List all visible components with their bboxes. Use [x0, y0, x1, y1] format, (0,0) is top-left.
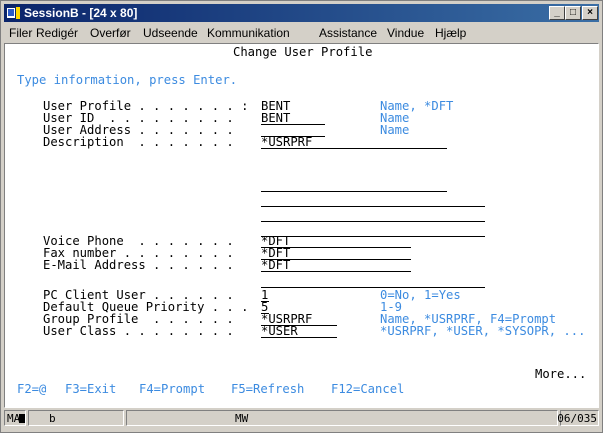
- title-bar[interactable]: SessionB - [24 x 80] _ □ ×: [4, 4, 599, 22]
- menu-hjaelp[interactable]: Hjælp: [435, 24, 466, 42]
- description-line-2[interactable]: [261, 191, 447, 192]
- close-icon: ×: [587, 7, 593, 18]
- menu-bar: Filer Redigér Overfør Udseende Kommunika…: [4, 24, 599, 42]
- status-mw: MW: [235, 412, 249, 425]
- status-position-cell: 06/035: [557, 410, 599, 426]
- window-title: SessionB - [24 x 80]: [24, 6, 138, 20]
- menu-kommunikation[interactable]: Kommunikation: [207, 24, 290, 42]
- menu-rediger[interactable]: Redigér: [36, 24, 78, 42]
- minimize-button[interactable]: _: [549, 6, 565, 20]
- instruction-text: Type information, press Enter.: [17, 73, 238, 87]
- session-app-icon: [7, 7, 20, 19]
- menu-overfor[interactable]: Overfør: [90, 24, 131, 42]
- user-class-field[interactable]: *USER: [261, 325, 337, 338]
- maximize-icon: □: [569, 7, 577, 18]
- menu-filer[interactable]: Filer: [9, 24, 32, 42]
- keyboard-lock-icon: [19, 414, 25, 423]
- fkey-f4-prompt[interactable]: F4=Prompt: [139, 383, 205, 395]
- status-indicator: b: [49, 412, 56, 425]
- close-button[interactable]: ×: [582, 6, 598, 20]
- terminal-screen[interactable]: Change User Profile Type information, pr…: [4, 43, 599, 408]
- menu-assistance[interactable]: Assistance: [319, 24, 377, 42]
- fkey-f5-refresh[interactable]: F5=Refresh: [231, 383, 304, 395]
- screen-header: Change User Profile: [233, 45, 373, 59]
- cursor-position: 06/035: [557, 412, 597, 425]
- status-bar: MA b MW 06/035: [4, 410, 599, 428]
- email-label: E-Mail Address . . . . . .: [43, 258, 234, 272]
- fkey-f12-cancel[interactable]: F12=Cancel: [331, 383, 404, 395]
- email-field[interactable]: *DFT: [261, 259, 411, 272]
- description-field[interactable]: *USRPRF: [261, 136, 447, 149]
- maximize-button[interactable]: □: [565, 6, 581, 20]
- fkey-f3-exit[interactable]: F3=Exit: [65, 383, 116, 395]
- fkey-f2[interactable]: F2=@: [17, 383, 46, 395]
- user-class-label: User Class . . . . . . . .: [43, 324, 234, 338]
- description-line-3[interactable]: [261, 206, 485, 207]
- emulator-window: SessionB - [24 x 80] _ □ × Filer Redigér…: [0, 0, 603, 433]
- menu-vindue[interactable]: Vindue: [387, 24, 424, 42]
- more-indicator: More...: [535, 367, 587, 381]
- minimize-icon: _: [554, 7, 560, 18]
- user-class-hint: *USRPRF, *USER, *SYSOPR, ...: [380, 324, 586, 338]
- status-mode-cell: MA: [4, 410, 26, 426]
- status-indicator-cell: b: [28, 410, 124, 426]
- status-mw-cell: MW: [126, 410, 558, 426]
- user-address-hint: Name: [380, 123, 410, 137]
- description-label: Description . . . . . . .: [43, 135, 234, 149]
- menu-udseende[interactable]: Udseende: [143, 24, 198, 42]
- description-line-4[interactable]: [261, 221, 485, 222]
